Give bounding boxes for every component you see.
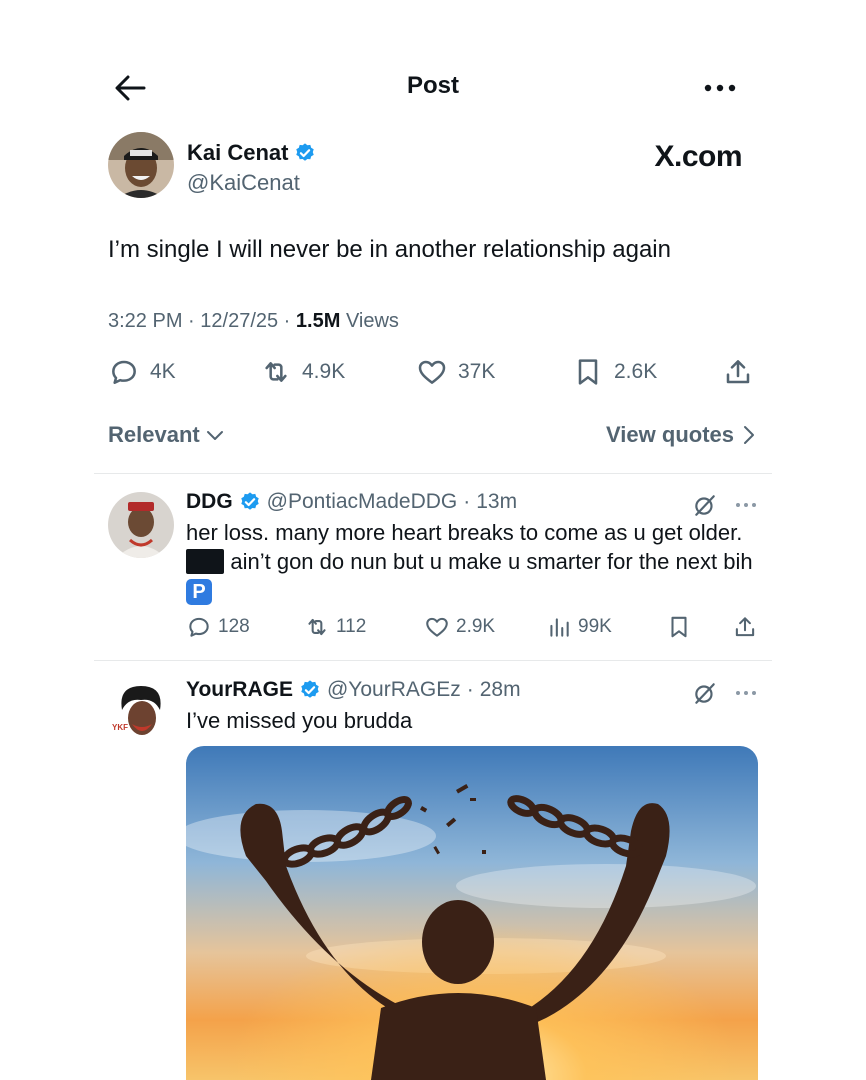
- reply-avatar-ddg[interactable]: [108, 492, 174, 558]
- reply-media-image[interactable]: [186, 746, 758, 1080]
- verified-badge-icon: [296, 143, 315, 161]
- repost-icon: [308, 618, 326, 636]
- repost-count: 4.9K: [302, 360, 346, 383]
- reply-sort-row: Relevant View quotes: [108, 422, 756, 452]
- reply-avatar-yourrage[interactable]: YKF: [108, 680, 174, 746]
- reply-button[interactable]: 128: [186, 614, 250, 640]
- like-count: 2.9K: [456, 616, 496, 637]
- more-horizontal-icon: [704, 84, 736, 92]
- share-icon: [735, 617, 755, 637]
- verified-badge-icon: [301, 680, 319, 698]
- post-meta: 3:22 PM · 12/27/25 · 1.5M Views: [108, 310, 399, 332]
- author-avatar[interactable]: [108, 132, 174, 198]
- verified-badge-icon: [240, 492, 259, 510]
- bookmark-button[interactable]: [666, 614, 692, 640]
- chevron-right-icon: [744, 426, 754, 444]
- post-time: 3:22 PM: [108, 310, 183, 332]
- share-icon: [726, 360, 750, 384]
- bookmark-icon: [671, 616, 687, 638]
- reply-text: I’ve missed you brudda: [186, 708, 413, 733]
- reply-tools: [692, 492, 758, 518]
- views-button[interactable]: 99K: [546, 614, 612, 640]
- sort-label: Relevant: [108, 422, 200, 447]
- heart-icon: [426, 617, 448, 637]
- reply-time: 28m: [479, 678, 521, 701]
- reply-author-name[interactable]: YourRAGE: [186, 678, 293, 702]
- author-name[interactable]: Kai Cenat: [187, 140, 316, 166]
- view-count: 99K: [578, 616, 612, 637]
- reply-count: 4K: [150, 360, 176, 383]
- divider: [94, 473, 772, 474]
- views-count: 1.5M: [295, 310, 341, 332]
- svg-text:YKF: YKF: [112, 723, 128, 732]
- bookmark-icon: [578, 359, 598, 385]
- reply-actions: 128 112 2.9K 99K: [186, 614, 758, 644]
- repost-count: 112: [336, 616, 367, 637]
- sort-dropdown[interactable]: Relevant: [108, 422, 224, 448]
- divider: [94, 660, 772, 661]
- post-date: 12/27/25: [200, 310, 279, 332]
- share-button[interactable]: [732, 614, 758, 640]
- chevron-down-icon: [206, 431, 223, 440]
- censored-word: shit: [186, 549, 225, 574]
- post-text: I’m single I will never be in another re…: [108, 236, 671, 263]
- author-handle[interactable]: @KaiCenat: [187, 170, 300, 196]
- reply-author-handle[interactable]: @YourRAGEz: [327, 678, 461, 702]
- repost-button[interactable]: 4.9K: [260, 356, 345, 388]
- more-horizontal-icon[interactable]: [734, 500, 758, 510]
- parking-emoji: P: [186, 579, 212, 606]
- view-quotes-link[interactable]: View quotes: [606, 422, 756, 448]
- reply-author-handle[interactable]: @PontiacMadeDDG: [267, 490, 458, 514]
- view-quotes-label: View quotes: [606, 422, 734, 447]
- grok-icon[interactable]: [692, 680, 718, 706]
- reply-count: 128: [218, 616, 250, 637]
- x-watermark: X.com: [654, 140, 742, 173]
- top-bar: Post: [0, 60, 866, 116]
- repost-icon: [265, 362, 287, 382]
- views-chart-icon: [550, 618, 569, 637]
- like-button[interactable]: 2.9K: [424, 614, 495, 640]
- grok-icon[interactable]: [692, 492, 718, 518]
- views-label: Views: [345, 310, 399, 332]
- reply-icon: [189, 617, 209, 637]
- post-author: Kai Cenat @KaiCenat X.com: [108, 132, 758, 202]
- bookmark-count: 2.6K: [614, 360, 658, 383]
- bookmark-button[interactable]: 2.6K: [572, 356, 657, 388]
- heart-icon: [418, 360, 446, 384]
- more-horizontal-icon[interactable]: [734, 688, 758, 698]
- more-options-button[interactable]: [700, 72, 744, 104]
- reply-time: 13m: [476, 490, 518, 513]
- reply-text: her loss. many more heart breaks to come…: [186, 520, 753, 606]
- like-count: 37K: [458, 360, 496, 383]
- reply-tools: [692, 680, 758, 706]
- reply-button[interactable]: 4K: [108, 356, 176, 388]
- share-button[interactable]: [722, 356, 754, 388]
- like-button[interactable]: 37K: [416, 356, 495, 388]
- post-actions: 4K 4.9K 37K 2.6K: [108, 356, 756, 392]
- reply-item: DDG @PontiacMadeDDG · 13m her loss. many…: [108, 490, 758, 650]
- reply-header: YourRAGE @YourRAGEz · 28m: [186, 678, 521, 702]
- reply-header: DDG @PontiacMadeDDG · 13m: [186, 490, 518, 514]
- reply-author-name[interactable]: DDG: [186, 490, 233, 514]
- repost-button[interactable]: 112: [304, 614, 366, 640]
- reply-icon: [112, 360, 136, 384]
